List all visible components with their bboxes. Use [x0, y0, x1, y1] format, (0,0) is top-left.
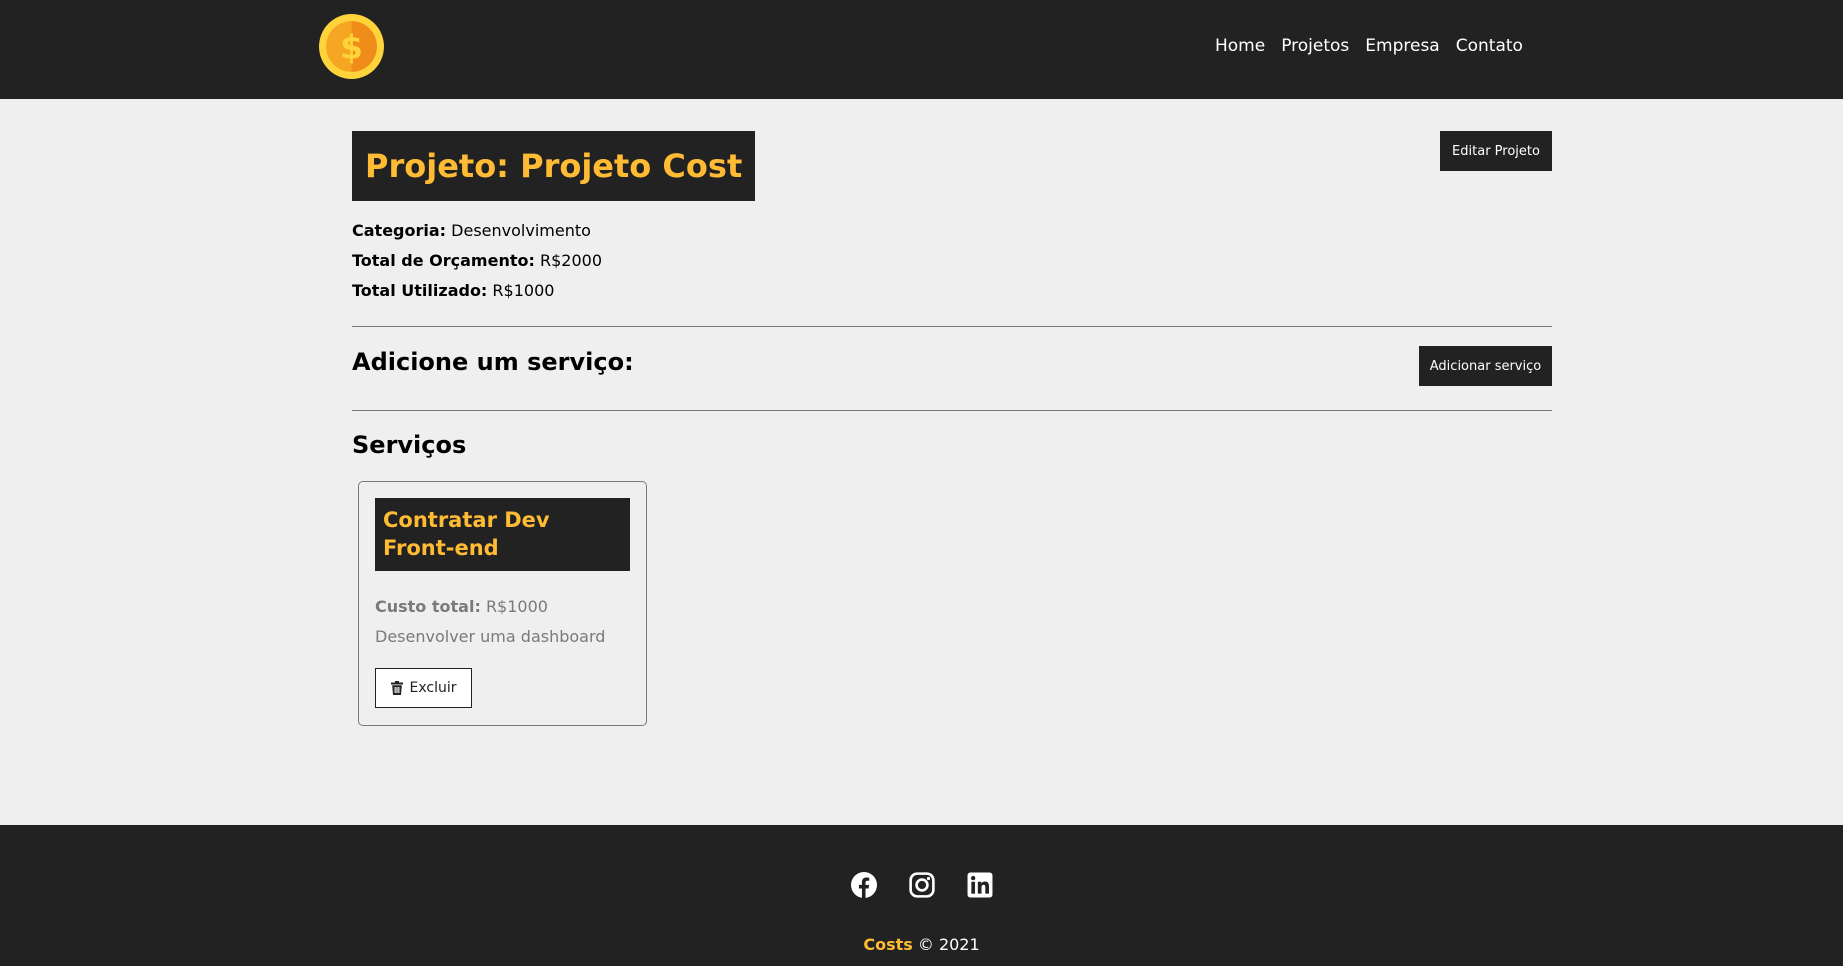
- service-card: Contratar Dev Front-end Custo total: R$1…: [358, 481, 647, 726]
- linkedin-icon[interactable]: [967, 872, 993, 898]
- info-budget-value: R$2000: [539, 251, 602, 270]
- info-budget: Total de Orçamento: R$2000: [352, 246, 602, 276]
- services-heading: Serviços: [352, 431, 467, 459]
- dollar-coin-icon[interactable]: $: [319, 14, 384, 79]
- navbar: $ Home Projetos Empresa Contato: [0, 0, 1843, 99]
- project-info: Categoria: Desenvolvimento Total de Orça…: [352, 216, 602, 306]
- info-category-label: Categoria:: [352, 221, 447, 240]
- social-list: [851, 872, 993, 898]
- info-category: Categoria: Desenvolvimento: [352, 216, 602, 246]
- divider: [352, 326, 1552, 327]
- service-description: Desenvolver uma dashboard: [375, 627, 606, 646]
- nav-link-projetos[interactable]: Projetos: [1281, 36, 1349, 56]
- divider: [352, 410, 1552, 411]
- project-details: Projeto: Projeto Cost Editar Projeto Cat…: [352, 99, 1552, 825]
- service-cost-label: Custo total:: [375, 597, 481, 616]
- edit-project-button[interactable]: Editar Projeto: [1440, 131, 1552, 171]
- delete-service-button[interactable]: Excluir: [375, 668, 472, 708]
- add-service-heading: Adicione um serviço:: [352, 348, 634, 376]
- info-used: Total Utilizado: R$1000: [352, 276, 602, 306]
- project-title: Projeto: Projeto Cost: [352, 131, 756, 201]
- trash-icon: [390, 681, 403, 695]
- footer: Costs © 2021: [0, 825, 1843, 966]
- info-budget-label: Total de Orçamento:: [352, 251, 535, 270]
- service-cost: Custo total: R$1000: [375, 597, 548, 616]
- nav-link-contato[interactable]: Contato: [1456, 36, 1523, 56]
- add-service-button[interactable]: Adicionar serviço: [1419, 346, 1552, 386]
- service-cost-value: R$1000: [485, 597, 548, 616]
- service-title: Contratar Dev Front-end: [375, 498, 630, 571]
- nav-link-home[interactable]: Home: [1215, 36, 1265, 56]
- info-used-label: Total Utilizado:: [352, 281, 488, 300]
- brand-name: Costs: [863, 935, 913, 954]
- facebook-icon[interactable]: [851, 872, 877, 898]
- delete-button-label: Excluir: [409, 680, 457, 696]
- copyright-text: © 2021: [917, 935, 980, 954]
- info-category-value: Desenvolvimento: [451, 221, 591, 240]
- info-used-value: R$1000: [492, 281, 555, 300]
- svg-text:$: $: [340, 29, 363, 67]
- instagram-icon[interactable]: [909, 872, 935, 898]
- nav-link-empresa[interactable]: Empresa: [1365, 36, 1439, 56]
- nav-links: Home Projetos Empresa Contato: [1215, 36, 1523, 56]
- copyright: Costs © 2021: [0, 935, 1843, 954]
